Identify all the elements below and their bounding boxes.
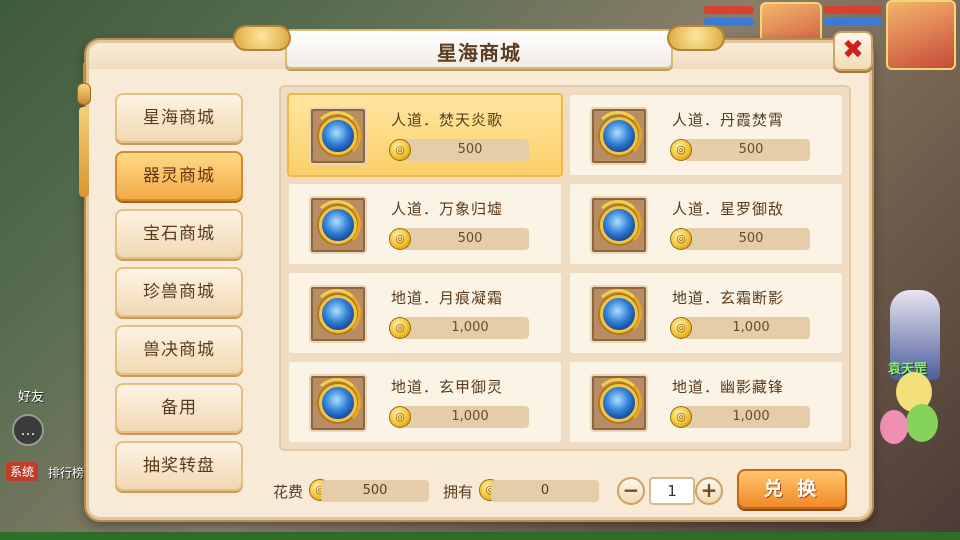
dragon-frame-icon	[313, 111, 361, 159]
decrease-quantity-button[interactable]: −	[617, 477, 645, 505]
dragon-frame-icon	[313, 378, 361, 426]
tab-beast-skill-shop[interactable]: 兽决商城	[115, 325, 243, 375]
tab-qiling-shop[interactable]: 器灵商城	[115, 151, 243, 201]
dragon-frame-icon	[594, 289, 642, 337]
dragon-frame-icon	[594, 378, 642, 426]
item-card[interactable]: 地道．月痕凝霜 1,000 ◎	[287, 271, 563, 355]
item-card[interactable]: 地道．玄甲御灵 1,000 ◎	[287, 360, 563, 444]
item-card[interactable]: 人道．焚天炎歌 500 ◎	[287, 93, 563, 177]
item-slot	[309, 285, 367, 343]
gold-coin-icon: ◎	[389, 406, 411, 428]
tab-reserve[interactable]: 备用	[115, 383, 243, 433]
item-name: 地道．玄甲御灵	[391, 378, 504, 396]
tab-gem-shop[interactable]: 宝石商城	[115, 209, 243, 259]
gold-coin-icon: ◎	[670, 317, 692, 339]
item-card[interactable]: 人道．万象归墟 500 ◎	[287, 182, 563, 266]
exchange-button[interactable]: 兑 换	[737, 469, 847, 509]
item-slot	[309, 107, 367, 165]
system-channel-tag[interactable]: 系统	[6, 462, 39, 481]
hp-bar	[704, 6, 754, 14]
item-name: 地道．玄霜断影	[672, 289, 785, 307]
title-ornament-right	[667, 25, 725, 51]
item-name: 人道．万象归墟	[391, 200, 504, 218]
item-slot	[309, 374, 367, 432]
quantity-input[interactable]: 1	[649, 477, 695, 505]
shop-panel: 星海商城 ✖ 星海商城 器灵商城 宝石商城 珍兽商城 兽决商城 备用 抽奖转盘 …	[77, 25, 873, 520]
gold-coin-icon: ◎	[670, 406, 692, 428]
balloon-green	[906, 404, 938, 442]
shop-category-sidebar: 星海商城 器灵商城 宝石商城 珍兽商城 兽决商城 备用 抽奖转盘	[115, 93, 247, 499]
item-name: 地道．月痕凝霜	[391, 289, 504, 307]
item-grid-container[interactable]: 人道．焚天炎歌 500 ◎ 人道．丹霞焚霄 500 ◎ 人道．万象归墟 500 …	[279, 85, 851, 451]
close-button[interactable]: ✖	[833, 31, 873, 71]
hp-bar-2	[824, 6, 882, 14]
gold-coin-icon: ◎	[389, 139, 411, 161]
tab-lottery-wheel[interactable]: 抽奖转盘	[115, 441, 243, 491]
dragon-frame-icon	[594, 111, 642, 159]
item-card[interactable]: 地道．玄霜断影 1,000 ◎	[568, 271, 844, 355]
item-slot	[590, 374, 648, 432]
purchase-bar: 花费 ◎ 500 拥有 ◎ 0 − 1 + 兑 换	[273, 469, 853, 511]
item-name: 人道．丹霞焚霄	[672, 111, 785, 129]
item-price: 1,000	[403, 406, 529, 428]
item-slot	[590, 285, 648, 343]
tab-xinghai-shop[interactable]: 星海商城	[115, 93, 243, 143]
item-price: 500	[403, 139, 529, 161]
rank-button[interactable]: 排行榜	[48, 464, 84, 481]
dragon-frame-icon	[313, 200, 361, 248]
mp-bar-2	[824, 18, 882, 26]
increase-quantity-button[interactable]: +	[695, 477, 723, 505]
title-plate: 星海商城	[233, 25, 725, 69]
friends-button[interactable]: 好友	[18, 386, 44, 405]
item-price: 1,000	[684, 317, 810, 339]
item-price: 500	[684, 139, 810, 161]
item-price: 500	[403, 228, 529, 250]
item-card[interactable]: 人道．星罗御敌 500 ◎	[568, 182, 844, 266]
item-card[interactable]: 地道．幽影藏锋 1,000 ◎	[568, 360, 844, 444]
bottom-strip	[0, 532, 960, 540]
gold-coin-icon: ◎	[389, 228, 411, 250]
gold-coin-icon: ◎	[670, 228, 692, 250]
item-price: 500	[684, 228, 810, 250]
item-slot	[309, 196, 367, 254]
tab-beast-shop[interactable]: 珍兽商城	[115, 267, 243, 317]
item-price: 1,000	[403, 317, 529, 339]
cost-label: 花费	[273, 483, 304, 501]
gold-coin-icon: ◎	[670, 139, 692, 161]
chat-icon[interactable]: …	[12, 414, 44, 446]
tassel-ornament	[75, 63, 93, 213]
item-slot	[590, 196, 648, 254]
item-name: 地道．幽影藏锋	[672, 378, 785, 396]
own-value: 0	[491, 480, 599, 502]
cost-value: 500	[321, 480, 429, 502]
item-card[interactable]: 人道．丹霞焚霄 500 ◎	[568, 93, 844, 177]
player-avatar[interactable]	[886, 0, 956, 70]
item-price: 1,000	[684, 406, 810, 428]
dragon-frame-icon	[594, 200, 642, 248]
panel-title: 星海商城	[437, 41, 521, 65]
balloon-pink	[880, 410, 908, 444]
item-name: 人道．星罗御敌	[672, 200, 785, 218]
item-name: 人道．焚天炎歌	[391, 111, 504, 129]
gold-coin-icon: ◎	[389, 317, 411, 339]
title-ornament-left	[233, 25, 291, 51]
own-label: 拥有	[443, 483, 474, 501]
item-slot	[590, 107, 648, 165]
dragon-frame-icon	[313, 289, 361, 337]
